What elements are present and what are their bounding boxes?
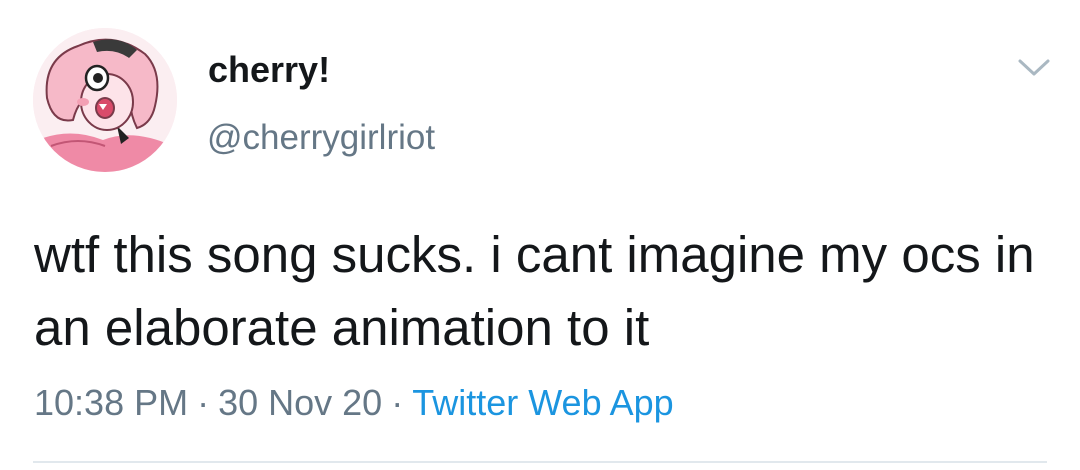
author-display-name[interactable]: cherry! <box>208 48 330 92</box>
tweet-card: cherry! @cherrygirlriot wtf this song su… <box>0 0 1080 470</box>
tweet-meta: 10:38 PM · 30 Nov 20 · Twitter Web App <box>34 381 674 425</box>
author-avatar[interactable] <box>33 28 177 172</box>
meta-separator: · <box>391 382 404 423</box>
tweet-source-link[interactable]: Twitter Web App <box>412 382 673 423</box>
author-handle[interactable]: @cherrygirlriot <box>207 116 435 160</box>
tweet-time[interactable]: 10:38 PM <box>34 382 188 423</box>
chevron-down-icon[interactable] <box>1017 56 1051 80</box>
tweet-text: wtf this song sucks. i cant imagine my o… <box>34 226 1035 356</box>
tweet-date[interactable]: 30 Nov 20 <box>218 382 382 423</box>
divider <box>33 461 1047 463</box>
meta-separator: · <box>197 382 210 423</box>
avatar-image <box>33 28 177 172</box>
